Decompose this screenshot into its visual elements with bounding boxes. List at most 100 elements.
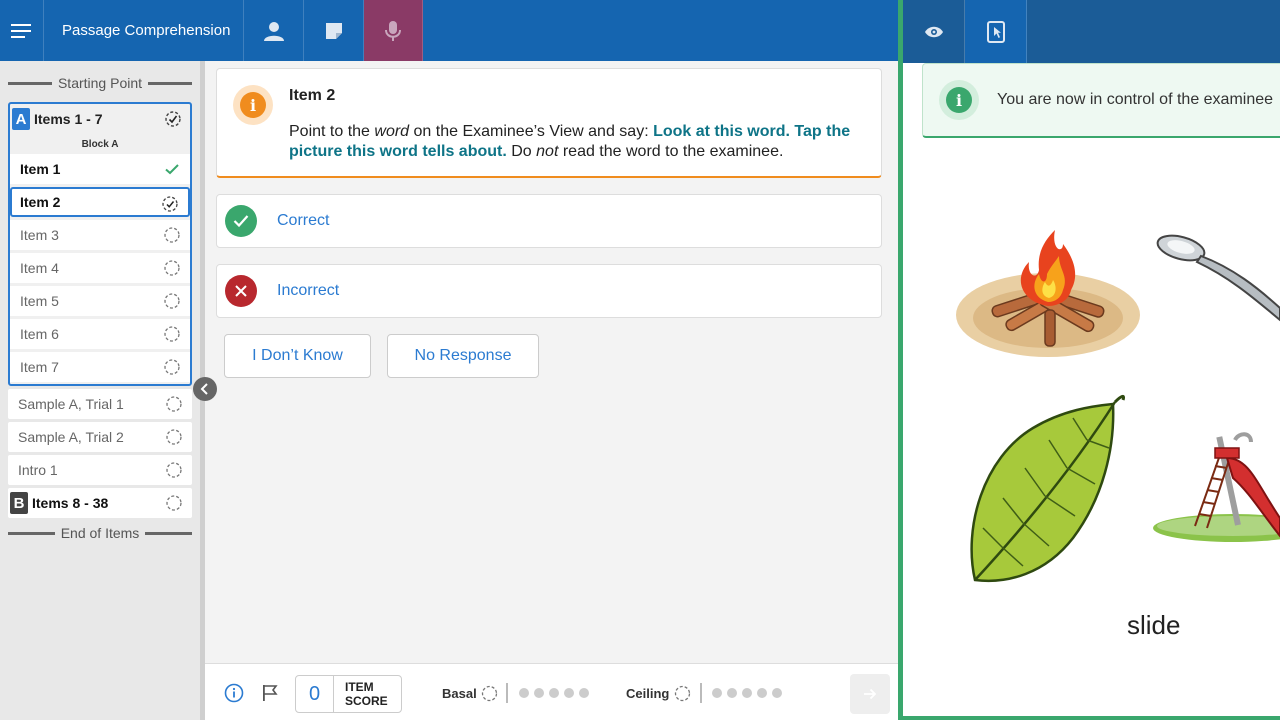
item-label: Item 7 [20, 359, 59, 375]
in-progress-icon [165, 111, 181, 127]
menu-button[interactable] [0, 0, 44, 61]
menu-icon [10, 23, 31, 38]
checkmark-icon [165, 164, 179, 175]
sidebar-item-6[interactable]: Item 6 [10, 319, 190, 349]
not-started-icon [164, 293, 180, 309]
sidebar-item-7[interactable]: Item 7 [10, 352, 190, 382]
tablet-touch-icon [986, 20, 1005, 43]
close-icon [225, 275, 257, 307]
notes-button[interactable] [304, 0, 364, 61]
not-started-icon [164, 260, 180, 276]
ceiling-dot [712, 688, 722, 698]
not-started-icon [164, 359, 180, 375]
info-icon: i [233, 85, 273, 125]
item-label: Intro 1 [18, 462, 58, 478]
block-a-header[interactable]: A Items 1 - 7 [10, 104, 190, 134]
control-examinee-button[interactable] [965, 0, 1027, 63]
sidebar-item-3[interactable]: Item 3 [10, 220, 190, 250]
starting-point-label: Starting Point [57, 75, 143, 91]
end-of-items-divider: End of Items [8, 525, 192, 541]
not-started-icon [166, 429, 182, 445]
item-score-label-line: SCORE [345, 694, 388, 708]
item-title: Item 2 [289, 87, 336, 104]
next-item-button[interactable] [850, 674, 890, 714]
ceiling-label: Ceiling [626, 686, 670, 701]
basal-dot [519, 688, 529, 698]
scoring-bar: 0 ITEM SCORE Basal Ceiling [205, 663, 898, 720]
item-score-label-line: ITEM [345, 680, 374, 694]
eye-icon [924, 26, 943, 37]
sidebar-item-4[interactable]: Item 4 [10, 253, 190, 283]
note-icon [325, 22, 342, 39]
sidebar-item-1[interactable]: Item 1 [10, 154, 190, 184]
block-letter-a: A [12, 108, 30, 130]
item-label: Sample A, Trial 1 [18, 396, 124, 412]
sidebar-item-intro-1[interactable]: Intro 1 [8, 455, 192, 485]
no-response-button[interactable]: No Response [387, 334, 539, 378]
checkmark-icon [225, 205, 257, 237]
block-a-subtitle: Block A [81, 139, 119, 150]
block-b-title: Items 8 - 38 [32, 495, 109, 511]
examinee-toolbar [903, 0, 1280, 63]
not-started-icon [166, 495, 182, 511]
ceiling-dot [772, 688, 782, 698]
leaf-picture[interactable] [963, 388, 1133, 588]
examinee-info-button[interactable] [244, 0, 304, 61]
spoon-picture[interactable] [1153, 228, 1280, 328]
in-progress-icon [162, 196, 178, 212]
block-a: A Items 1 - 7 Block A Item 1 Item 2 Item… [8, 102, 192, 386]
examinee-view: i You are now in control of the examinee [903, 0, 1280, 720]
basal-label: Basal [442, 686, 477, 701]
item-instructions-card: i Item 2 Point to the word on the Examin… [216, 68, 882, 178]
block-letter-b: B [10, 492, 28, 514]
dont-know-button[interactable]: I Don’t Know [224, 334, 371, 378]
instruction-text: Point to the [289, 123, 375, 140]
record-button[interactable] [364, 0, 423, 61]
starting-point-divider: Starting Point [8, 75, 192, 91]
block-a-title: Items 1 - 7 [34, 111, 103, 127]
instruction-text: read the word to the examinee. [558, 143, 784, 160]
item-score-label: ITEM SCORE [334, 680, 388, 708]
item-label: Item 6 [20, 326, 59, 342]
incorrect-button[interactable]: Incorrect [216, 264, 882, 318]
info-icon[interactable] [224, 683, 244, 703]
not-started-icon [164, 227, 180, 243]
flag-icon[interactable] [260, 683, 280, 703]
item-content: i Item 2 Point to the word on the Examin… [205, 61, 898, 663]
separator [700, 683, 702, 703]
sidebar-item-sample-a-trial-1[interactable]: Sample A, Trial 1 [8, 389, 192, 419]
instruction-emphasis: not [536, 143, 559, 160]
not-started-icon [166, 396, 182, 412]
control-notice-text: You are now in control of the examinee [997, 91, 1274, 108]
sidebar-item-5[interactable]: Item 5 [10, 286, 190, 316]
target-word: slide [1127, 610, 1181, 640]
preview-button[interactable] [903, 0, 965, 63]
end-of-items-label: End of Items [60, 525, 140, 541]
ceiling-dot [742, 688, 752, 698]
not-started-icon [164, 326, 180, 342]
arrow-right-icon [864, 688, 877, 700]
not-started-icon [166, 462, 182, 478]
instruction-text: on the Examinee’s View and say: [409, 123, 654, 140]
ceiling-status-icon [674, 685, 691, 702]
sidebar-item-sample-a-trial-2[interactable]: Sample A, Trial 2 [8, 422, 192, 452]
slide-picture[interactable] [1153, 428, 1280, 550]
basal-dot [579, 688, 589, 698]
info-icon: i [939, 80, 979, 120]
incorrect-label: Incorrect [277, 282, 340, 299]
item-navigation-sidebar: Starting Point A Items 1 - 7 Block A Ite… [0, 61, 205, 720]
examiner-toolbar: Passage Comprehension [0, 0, 898, 61]
correct-button[interactable]: Correct [216, 194, 882, 248]
correct-label: Correct [277, 212, 330, 229]
separator [506, 683, 508, 703]
item-label: Item 5 [20, 293, 59, 309]
sidebar-item-2[interactable]: Item 2 [10, 187, 190, 217]
item-instructions: Point to the word on the Examinee’s View… [289, 122, 869, 162]
collapse-sidebar-button[interactable] [193, 377, 217, 401]
campfire-picture[interactable] [951, 210, 1146, 370]
item-label: Item 1 [20, 161, 61, 177]
instruction-emphasis: word [374, 123, 410, 140]
block-b-header[interactable]: B Items 8 - 38 [8, 488, 192, 518]
instruction-text: Do [506, 143, 537, 160]
